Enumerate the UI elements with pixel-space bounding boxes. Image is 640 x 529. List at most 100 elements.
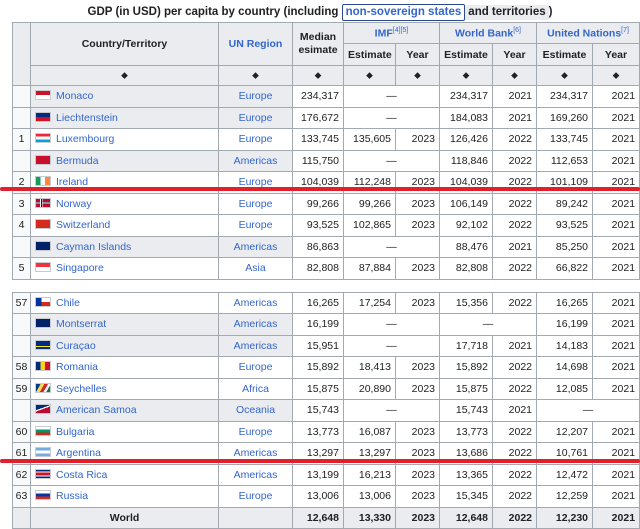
caption-lead: GDP (in USD) per capita by country (incl… xyxy=(87,6,342,18)
region-link[interactable]: Europe xyxy=(218,106,293,129)
region-link[interactable]: Europe xyxy=(218,214,293,237)
sort-imf-year-icon[interactable]: ⬥ xyxy=(395,65,440,86)
world-wb-year: 2022 xyxy=(491,506,538,529)
wb-estimate-header: Estimate xyxy=(439,43,493,66)
rank-cell: 4 xyxy=(12,214,31,237)
wb-estimate-cell: 106,149 xyxy=(439,192,493,215)
country-link[interactable]: Costa Rica xyxy=(56,469,107,481)
country-link[interactable]: Bulgaria xyxy=(56,426,95,438)
un-header[interactable]: United Nations[7] xyxy=(536,22,640,44)
flag-bulgaria-icon[interactable] xyxy=(35,425,51,436)
country-link[interactable]: Singapore xyxy=(56,262,104,274)
sort-un-estimate-icon[interactable]: ⬥ xyxy=(536,65,594,86)
table-row: Cayman Islands Americas 86,863—88,476 2021 8… xyxy=(12,235,640,258)
country-link[interactable]: Chile xyxy=(56,297,80,309)
country-link[interactable]: Monaco xyxy=(56,90,93,102)
country-link[interactable]: Seychelles xyxy=(56,383,107,395)
flag-romania-icon[interactable] xyxy=(35,361,51,372)
region-link[interactable]: Americas xyxy=(218,313,293,336)
flag-amsamoa-icon[interactable] xyxy=(35,404,51,415)
region-link[interactable]: Africa xyxy=(218,377,293,400)
region-link[interactable]: Americas xyxy=(218,334,293,357)
country-link[interactable]: Luxembourg xyxy=(56,133,114,145)
sort-wb-year-icon[interactable]: ⬥ xyxy=(491,65,538,86)
country-link[interactable]: American Samoa xyxy=(56,404,137,416)
region-link[interactable]: Oceania xyxy=(218,399,293,422)
sort-median-icon[interactable]: ⬥ xyxy=(292,65,344,86)
imf-header[interactable]: IMF[4][5] xyxy=(343,22,440,44)
median-cell: 15,951 xyxy=(292,334,344,357)
country-cell: Curaçao xyxy=(30,334,219,357)
country-link[interactable]: Russia xyxy=(56,490,88,502)
flag-curacao-icon[interactable] xyxy=(35,339,51,350)
country-link[interactable]: Switzerland xyxy=(56,219,110,231)
country-link[interactable]: Norway xyxy=(56,198,92,210)
un-estimate-header: Estimate xyxy=(536,43,594,66)
flag-cayman-icon[interactable] xyxy=(35,240,51,251)
country-link[interactable]: Romania xyxy=(56,361,98,373)
table-row: Monaco Europe 234,317—234,317 2021 234,317 20… xyxy=(12,85,640,108)
region-header[interactable]: UN Region xyxy=(218,22,293,66)
flag-luxembourg-icon[interactable] xyxy=(35,133,51,144)
country-link[interactable]: Argentina xyxy=(56,447,101,459)
table-row: 3 Norway Europe 99,266 99,266 2023 106,149 2022… xyxy=(12,192,640,215)
flag-montserrat-icon[interactable] xyxy=(35,318,51,329)
region-link[interactable]: Europe xyxy=(218,356,293,379)
table-row: 62 Costa Rica Americas 13,199 16,213 2023 13,3… xyxy=(12,463,640,486)
un-estimate-cell: 16,199 xyxy=(536,313,594,336)
un-link[interactable]: United Nations xyxy=(547,27,621,39)
flag-costarica-icon[interactable] xyxy=(35,468,51,479)
wb-header[interactable]: World Bank[6] xyxy=(438,22,538,44)
country-link[interactable]: Bermuda xyxy=(56,155,99,167)
region-link[interactable]: Europe xyxy=(218,192,293,215)
sort-imf-estimate-icon[interactable]: ⬥ xyxy=(343,65,396,86)
flag-bermuda-icon[interactable] xyxy=(35,154,51,165)
country-link[interactable]: Cayman Islands xyxy=(56,241,131,253)
un-year-cell: 2021 xyxy=(592,235,640,258)
region-link[interactable]: Europe xyxy=(218,128,293,151)
country-link[interactable]: Liechtenstein xyxy=(56,112,118,124)
sort-region-icon[interactable]: ⬥ xyxy=(218,65,293,86)
imf-ref[interactable]: [4][5] xyxy=(393,27,409,34)
flag-ireland-icon[interactable] xyxy=(35,176,51,187)
flag-chile-icon[interactable] xyxy=(35,296,51,307)
flag-norway-icon[interactable] xyxy=(35,197,51,208)
wb-link[interactable]: World Bank xyxy=(455,27,513,39)
country-cell: Russia xyxy=(30,485,219,508)
flag-argentina-icon[interactable] xyxy=(35,447,51,458)
highlight-line-argentina xyxy=(0,459,640,463)
country-link[interactable]: Curaçao xyxy=(56,340,96,352)
table-row: 58 Romania Europe 15,892 18,413 2023 15,892 202… xyxy=(12,356,640,379)
region-link[interactable]: Asia xyxy=(218,257,293,280)
sort-wb-estimate-icon[interactable]: ⬥ xyxy=(439,65,493,86)
region-link[interactable]: Americas xyxy=(218,463,293,486)
sort-un-year-icon[interactable]: ⬥ xyxy=(592,65,640,86)
imf-estimate-cell: — xyxy=(343,399,440,422)
imf-link[interactable]: IMF xyxy=(375,27,393,39)
region-link[interactable]: Americas xyxy=(218,291,293,314)
wb-year-cell: 2022 xyxy=(491,291,538,314)
caption-link-non-sovereign[interactable]: non-sovereign states xyxy=(341,4,466,21)
region-link[interactable]: Europe xyxy=(218,420,293,443)
un-ref[interactable]: [7] xyxy=(621,27,629,34)
wb-ref[interactable]: [6] xyxy=(513,27,521,34)
region-link[interactable]: Americas xyxy=(218,149,293,172)
imf-year-header: Year xyxy=(395,43,440,66)
flag-monaco-icon[interactable] xyxy=(35,90,51,101)
world-region-cell xyxy=(218,506,293,529)
flag-russia-icon[interactable] xyxy=(35,490,51,501)
country-link[interactable]: Montserrat xyxy=(56,318,106,330)
country-cell: Romania xyxy=(30,356,219,379)
imf-year-cell: 2023 xyxy=(395,377,440,400)
sort-country-icon[interactable]: ⬥ xyxy=(30,65,219,86)
imf-estimate-cell: 18,413 xyxy=(343,356,396,379)
country-cell: Singapore xyxy=(30,257,219,280)
flag-liechtenstein-icon[interactable] xyxy=(35,111,51,122)
region-link[interactable]: Europe xyxy=(218,85,293,108)
flag-seychelles-icon[interactable] xyxy=(35,382,51,393)
flag-singapore-icon[interactable] xyxy=(35,262,51,273)
region-link[interactable]: Europe xyxy=(218,485,293,508)
region-link[interactable]: Americas xyxy=(218,235,293,258)
country-cell: Switzerland xyxy=(30,214,219,237)
flag-switzerland-icon[interactable] xyxy=(35,219,51,230)
